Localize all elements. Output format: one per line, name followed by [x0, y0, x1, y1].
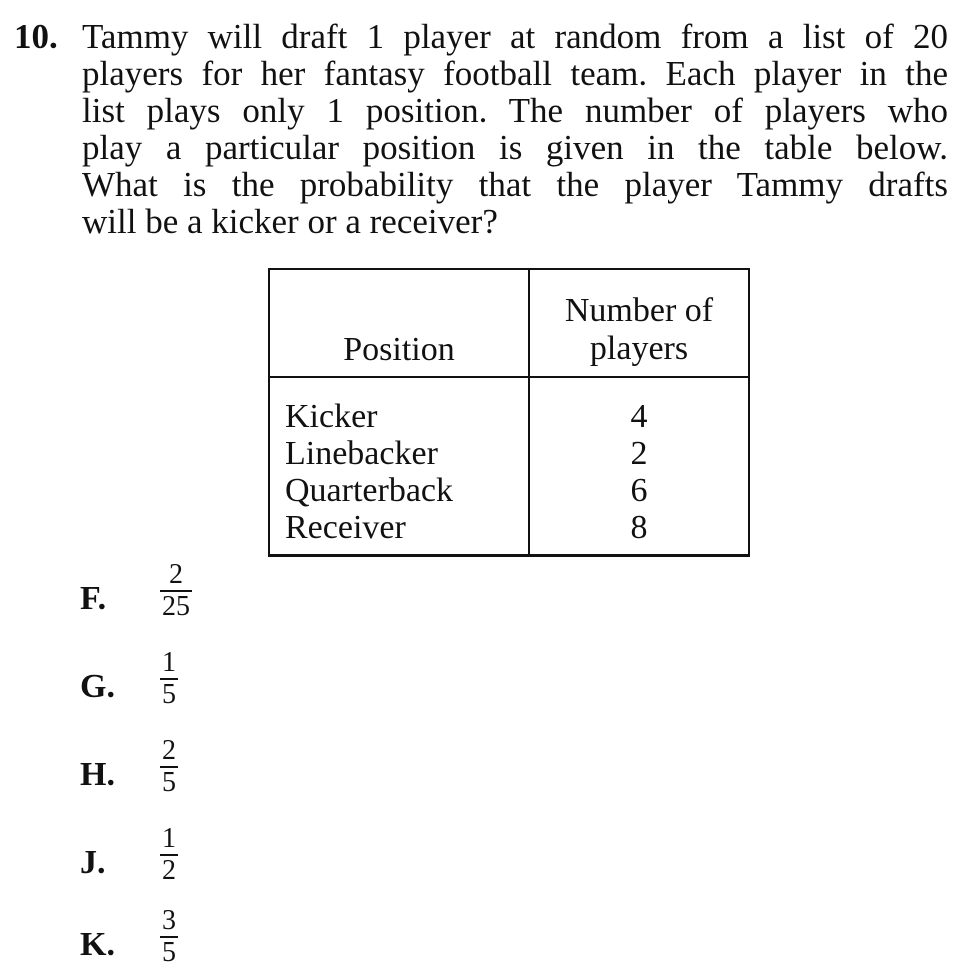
number-header-line2: players	[589, 330, 689, 367]
position-column: Kicker Linebacker Quarterback Receiver	[268, 376, 530, 557]
table-cell-count: 8	[630, 509, 648, 546]
fraction-numerator: 1	[162, 823, 176, 854]
number-header-line1: Number of	[564, 292, 714, 329]
table-cell-count: 2	[630, 435, 648, 472]
choice-letter: F.	[80, 580, 107, 617]
question-line: players for her fantasy football team. E…	[82, 54, 948, 93]
question-text: Tammy will draft 1 player at random from…	[82, 18, 948, 240]
question-line: list plays only 1 position. The number o…	[82, 91, 948, 130]
choice-fraction: 2 25	[160, 560, 192, 622]
table-cell-position: Receiver	[285, 509, 406, 546]
count-column: 4 2 6 8	[528, 376, 750, 557]
choice-letter: G.	[80, 668, 115, 705]
answer-choice-h[interactable]: H. 2 5	[80, 736, 280, 806]
position-header: Position	[268, 268, 530, 378]
choice-fraction: 3 5	[160, 906, 178, 968]
table-cell-position: Kicker	[285, 398, 378, 435]
question-line: will be a kicker or a receiver?	[82, 202, 498, 241]
answer-choice-f[interactable]: F. 2 25	[80, 560, 280, 630]
fraction-numerator: 2	[169, 559, 183, 590]
fraction-denominator: 5	[160, 766, 178, 798]
fraction-numerator: 3	[162, 905, 176, 936]
table-cell-count: 6	[630, 472, 648, 509]
fraction-numerator: 1	[162, 647, 176, 678]
fraction-denominator: 2	[160, 854, 178, 886]
fraction-denominator: 5	[160, 678, 178, 710]
choice-fraction: 2 5	[160, 736, 178, 798]
table-header-row: Position Number of players	[268, 268, 750, 378]
fraction-numerator: 2	[162, 735, 176, 766]
question-line: play a particular position is given in t…	[82, 128, 948, 167]
answer-choice-j[interactable]: J. 1 2	[80, 824, 280, 894]
choice-letter: J.	[80, 844, 106, 881]
choice-letter: K.	[80, 926, 115, 963]
choice-fraction: 1 2	[160, 824, 178, 886]
question-number: 10.	[14, 17, 58, 56]
table-cell-position: Quarterback	[285, 472, 454, 509]
table-cell-count: 4	[630, 398, 648, 435]
answer-choice-k[interactable]: K. 3 5	[80, 906, 280, 976]
fraction-denominator: 25	[160, 590, 192, 622]
number-of-players-header: Number of players	[528, 268, 750, 378]
choice-fraction: 1 5	[160, 648, 178, 710]
fraction-denominator: 5	[160, 936, 178, 968]
positions-table: Position Number of players Kicker Lineba…	[268, 268, 750, 557]
table-body-row: Kicker Linebacker Quarterback Receiver 4…	[268, 376, 750, 557]
table-cell-position: Linebacker	[285, 435, 438, 472]
question-line: What is the probability that the player …	[82, 165, 948, 204]
question-line: Tammy will draft 1 player at random from…	[82, 17, 948, 56]
choice-letter: H.	[80, 756, 115, 793]
answer-choice-g[interactable]: G. 1 5	[80, 648, 280, 718]
